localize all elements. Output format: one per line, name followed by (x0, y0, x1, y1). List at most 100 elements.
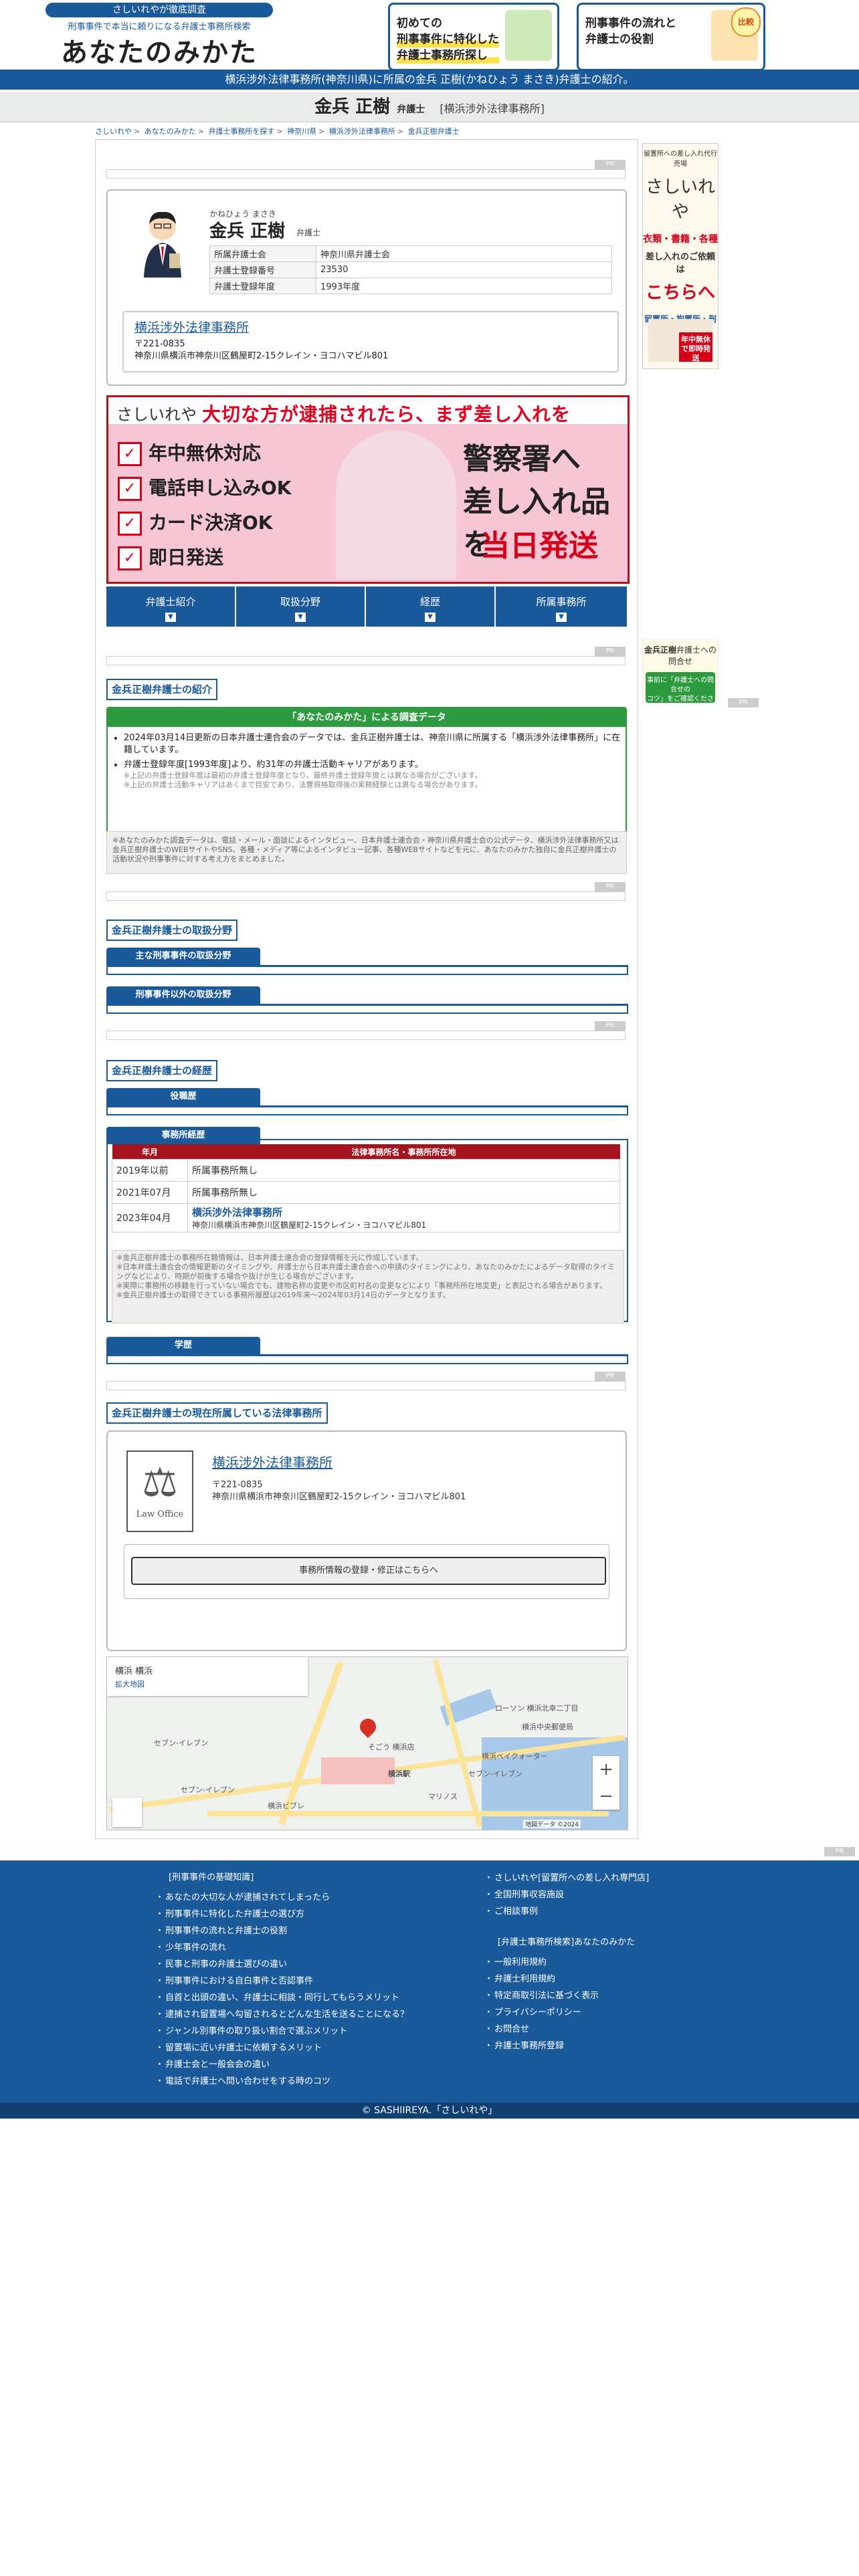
table-row: 2023年04月 横浜涉外法律事務所 神奈川県横浜市神奈川区鶴屋町2-15クレイ… (112, 1203, 620, 1232)
copyright: © SASHIIREYA.「さしいれや」 (0, 2103, 859, 2119)
footer-link[interactable]: ジャンル別事件の取り扱い割合で選ぶメリット (155, 2023, 409, 2040)
firm-edit-box: 事務所情報の登録・修正はこちらへ (124, 1544, 609, 1599)
pr-label: PR (595, 160, 626, 169)
footer-col-basics: [刑事事件の基礎知識] あなたの大切な人が逮捕されてしまったら 刑事事件に特化し… (155, 1870, 409, 2090)
map-info-card: 横浜 横浜 拡大地図 (107, 1657, 308, 1696)
note-text: ※上記の弁護士登録年度は最初の弁護士登録年度となり、最終弁護士登録年度とは異なる… (124, 771, 482, 780)
criminal-fields-tab: 主な刑事事件の取扱分野 (106, 948, 260, 965)
banner-text: 初めての 刑事事件に特化した 弁護士事務所探し (397, 15, 499, 64)
sashiireya-ad-banner[interactable]: さしいれや 大切な方が逮捕されたら、まず差し入れを ✓ 年中無休対応 ✓ 電話申し込… (106, 395, 630, 584)
title-firm: [横浜涉外法律事務所] (440, 102, 545, 115)
flow-banner[interactable]: 刑事事件の流れと 弁護士の役割 比較 (577, 3, 765, 71)
history-office-link[interactable]: 横浜涉外法律事務所 (192, 1206, 282, 1218)
table-row: 弁護士登録年度 1993年度 (209, 278, 612, 294)
footer-link[interactable]: 弁護士事務所登録 (484, 2038, 649, 2054)
survey-box-header: 「あなたのみかた」による調査データ (108, 708, 626, 727)
footer-link[interactable]: 刑事事件に特化した弁護士の選び方 (155, 1906, 409, 1923)
breadcrumb-item[interactable]: あなたのみかた (145, 127, 196, 136)
site-footer: [刑事事件の基礎知識] あなたの大切な人が逮捕されてしまったら 刑事事件に特化し… (0, 1860, 859, 2103)
table-row: 所属弁護士会 神奈川県弁護士会 (209, 245, 612, 262)
breadcrumb-item[interactable]: さしいれや (95, 127, 132, 136)
footer-link[interactable]: あなたの大切な人が逮捕されてしまったら (155, 1889, 409, 1906)
banner-text: 刑事事件の流れと 弁護士の役割 (585, 15, 676, 47)
note-text: ※上記の弁護士活動キャリアはあくまで目安であり、法曹資格取得後の実務経験とは異な… (124, 780, 482, 789)
pr-label: PR (595, 647, 626, 656)
office-link[interactable]: 横浜涉外法律事務所 (134, 318, 249, 336)
breadcrumb-item[interactable]: 神奈川県 (287, 127, 316, 136)
map-label: 横浜駅 (388, 1769, 410, 1778)
zoom-in-button[interactable]: + (593, 1756, 619, 1783)
footer-link[interactable]: 自首と出頭の違い、弁護士に相談・同行してもらうメリット (155, 1990, 409, 2006)
ad-check-item: ✓ 電話申し込みOK (118, 473, 312, 506)
tab-label: 経歴 (419, 596, 440, 608)
firm-section-title: 金兵正樹弁護士の現在所属している法律事務所 (106, 1402, 328, 1424)
main-content: PR かねひょう まさき 金兵 正樹 弁護士 所属弁護士会 神奈川県弁護士会 弁… (95, 139, 638, 1839)
footer-link[interactable]: 留置場に近い弁護士に依頼するメリット (155, 2040, 409, 2056)
logo-tagline[interactable]: さしいれやが徹底調査 (45, 3, 273, 17)
table-row: 弁護士登録番号 23530 (209, 261, 612, 278)
site-logo[interactable]: あなたのみかた (45, 31, 273, 70)
tab-fields[interactable]: 取扱分野 ▼ (236, 586, 366, 627)
footer-link[interactable]: 特定商取引法に基づく表示 (484, 1988, 649, 2004)
map-label: 横浜中央郵便局 (522, 1723, 573, 1731)
footer-list: 一般利用規約 弁護士利用規約 特定商取引法に基づく表示 プライバシーポリシー お… (484, 1954, 649, 2054)
breadcrumb-item[interactable]: 弁護士事務所を探す (208, 127, 274, 136)
footer-link[interactable]: お問合せ (484, 2021, 649, 2038)
footer-link[interactable]: 一般利用規約 (484, 1954, 649, 1971)
pr-label: PR (595, 1021, 626, 1031)
info-value: 神奈川県弁護士会 (316, 245, 612, 262)
office-map[interactable]: ローソン 横浜北幸二丁目 セブン-イレブン 横浜中央郵便局 横浜ベイクォーター … (106, 1656, 628, 1830)
footer-link[interactable]: 刑事事件における自白事件と否認事件 (155, 1973, 409, 1990)
career-section-title: 金兵正樹弁護士の経歴 (106, 1060, 218, 1081)
footer-link[interactable]: 少年事件の流れ (155, 1939, 409, 1956)
footer-list: さしいれや[留置所への差し入れ専門店] 全国刑事収容施設 ご相談事例 (484, 1870, 649, 1920)
banner-line: 刑事事件の流れと (585, 17, 676, 30)
footer-link[interactable]: 弁護士会と一般会会の違い (155, 2056, 409, 2073)
tab-label: 弁護士紹介 (145, 596, 196, 608)
list-item: 弁護士登録年度[1993年度]より、約31年の弁護士活動キャリアがあります。 ※… (124, 759, 626, 790)
tab-career[interactable]: 経歴 ▼ (366, 586, 496, 627)
pr-label: PR (595, 882, 626, 891)
ad-slot (106, 1381, 626, 1390)
map-label: セブン-イレブン (468, 1769, 522, 1778)
breadcrumb-item[interactable]: 横浜涉外法律事務所 (329, 127, 395, 136)
checkbox-icon: ✓ (118, 477, 142, 501)
lawyer-name: 金兵 正樹 (209, 221, 286, 241)
office-history-table: 年月 法律事務所名・事務所所在地 2019年以前 所属事務所無し 2021年07… (112, 1144, 620, 1232)
footer-link[interactable]: 弁護士利用規約 (484, 1971, 649, 1988)
footer-link[interactable]: さしいれや[留置所への差し入れ専門店] (484, 1870, 649, 1887)
tab-profile[interactable]: 弁護士紹介 ▼ (106, 586, 236, 627)
banner-line: 刑事事件に特化した (397, 31, 499, 47)
footer-link[interactable]: 逮捕され留置場へ勾留されるとどんな生活を送ることになる？ (155, 2006, 409, 2023)
side-sashiireya-banner[interactable]: 留置所への差し入れ代行売場 さしいれや 衣類・書籍・各種 差し入れのご依頼は こ… (642, 143, 719, 369)
tab-office[interactable]: 所属事務所 ▼ (496, 586, 627, 627)
intro-section-title: 金兵正樹弁護士の紹介 (106, 679, 218, 700)
zoom-out-button[interactable]: − (593, 1783, 619, 1810)
ad-header: さしいれや 大切な方が逮捕されたら、まず差し入れを (108, 397, 628, 425)
map-enlarge-link[interactable]: 拡大地図 (115, 1679, 145, 1689)
page-title: 金兵 正樹 弁護士 [横浜涉外法律事務所] (0, 92, 859, 122)
compare-badge: 比較 (731, 7, 761, 37)
banner-line: 初めての (397, 17, 442, 30)
first-time-banner[interactable]: 初めての 刑事事件に特化した 弁護士事務所探し (388, 3, 559, 71)
firm-name-link[interactable]: 横浜涉外法律事務所 (212, 1452, 332, 1471)
site-header: さしいれやが徹底調査 刑事事件で本当に頼りになる弁護士事務所検索 あなたのみかた… (0, 0, 859, 71)
civil-fields-body (106, 1004, 628, 1014)
checkbox-icon: ✓ (118, 442, 142, 466)
chevron-down-icon: ▼ (425, 613, 436, 622)
footer-link[interactable]: ご相談事例 (484, 1903, 649, 1920)
chevron-down-icon: ▼ (556, 613, 567, 622)
register-edit-button[interactable]: 事務所情報の登録・修正はこちらへ (131, 1557, 606, 1585)
breadcrumb-item[interactable]: 金兵正樹弁護士 (408, 127, 460, 136)
footer-link[interactable]: 刑事事件の流れと弁護士の役割 (155, 1923, 409, 1939)
map-layer-toggle[interactable] (112, 1798, 142, 1827)
footer-heading: [刑事事件の基礎知識] (169, 1872, 254, 1883)
col-year: 年月 (112, 1144, 188, 1160)
footer-link[interactable]: 電話で弁護士へ問い合わせをする時のコツ (155, 2073, 409, 2090)
inquiry-tips-button[interactable]: 事前に「弁護士への問合せの コツ」をご確認ください (646, 672, 715, 712)
footer-link[interactable]: 民事と刑事の弁護士選びの違い (155, 1956, 409, 1973)
button-line: 事前に「弁護士への問合せの (647, 677, 714, 693)
footer-link[interactable]: 全国刑事収容施設 (484, 1887, 649, 1903)
footer-link[interactable]: プライバシーポリシー (484, 2004, 649, 2021)
ad-model-image (336, 431, 456, 579)
